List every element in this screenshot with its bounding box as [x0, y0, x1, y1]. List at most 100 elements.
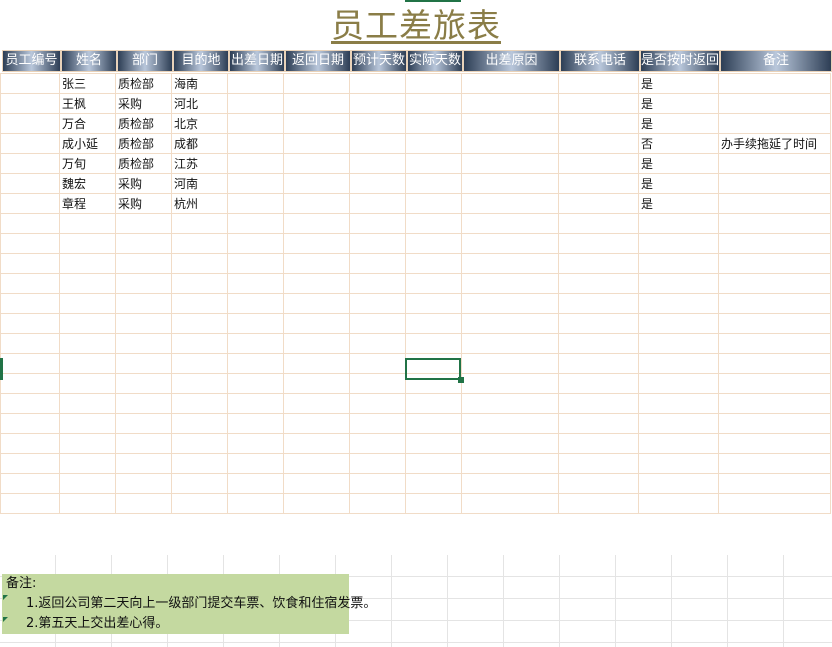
cell-department[interactable]: 质检部	[115, 73, 172, 94]
cell-remarks[interactable]	[718, 93, 831, 114]
cell-destination[interactable]: 江苏	[171, 153, 228, 174]
cell-employee-id[interactable]	[0, 293, 60, 314]
header-depart-date[interactable]: 出差日期	[229, 50, 285, 72]
cell-depart-date[interactable]	[227, 313, 284, 334]
cell-planned-days[interactable]	[349, 313, 406, 334]
cell-phone[interactable]	[558, 233, 639, 254]
cell-name[interactable]: 王枫	[59, 93, 116, 114]
cell-on-time[interactable]	[638, 273, 719, 294]
cell-depart-date[interactable]	[227, 353, 284, 374]
cell-department[interactable]	[115, 473, 172, 494]
cell-on-time[interactable]	[638, 213, 719, 234]
cell-phone[interactable]	[558, 413, 639, 434]
cell-department[interactable]: 质检部	[115, 113, 172, 134]
cell-on-time[interactable]: 是	[638, 73, 719, 94]
cell-destination[interactable]: 北京	[171, 113, 228, 134]
cell-department[interactable]	[115, 293, 172, 314]
cell-return-date[interactable]	[283, 333, 350, 354]
cell-planned-days[interactable]	[349, 353, 406, 374]
cell-remarks[interactable]	[718, 433, 831, 454]
cell-depart-date[interactable]	[227, 133, 284, 154]
cell-name[interactable]	[59, 293, 116, 314]
cell-on-time[interactable]	[638, 293, 719, 314]
cell-planned-days[interactable]	[349, 213, 406, 234]
cell-reason[interactable]	[461, 333, 559, 354]
cell-reason[interactable]	[461, 433, 559, 454]
cell-return-date[interactable]	[283, 433, 350, 454]
cell-name[interactable]	[59, 253, 116, 274]
cell-phone[interactable]	[558, 373, 639, 394]
cell-actual-days[interactable]	[405, 393, 462, 414]
cell-phone[interactable]	[558, 473, 639, 494]
cell-actual-days[interactable]	[405, 153, 462, 174]
cell-actual-days[interactable]	[405, 273, 462, 294]
cell-planned-days[interactable]	[349, 473, 406, 494]
cell-on-time[interactable]	[638, 473, 719, 494]
header-planned-days[interactable]: 预计天数	[351, 50, 407, 72]
cell-employee-id[interactable]	[0, 433, 60, 454]
cell-destination[interactable]	[171, 313, 228, 334]
cell-reason[interactable]	[461, 73, 559, 94]
cell-on-time[interactable]	[638, 453, 719, 474]
cell-on-time[interactable]	[638, 253, 719, 274]
cell-actual-days[interactable]	[405, 73, 462, 94]
cell-remarks[interactable]	[718, 393, 831, 414]
cell-return-date[interactable]	[283, 313, 350, 334]
cell-depart-date[interactable]	[227, 153, 284, 174]
cell-depart-date[interactable]	[227, 493, 284, 514]
cell-department[interactable]	[115, 213, 172, 234]
cell-on-time[interactable]: 是	[638, 113, 719, 134]
cell-destination[interactable]	[171, 373, 228, 394]
cell-phone[interactable]	[558, 253, 639, 274]
cell-planned-days[interactable]	[349, 433, 406, 454]
cell-destination[interactable]	[171, 433, 228, 454]
cell-depart-date[interactable]	[227, 193, 284, 214]
cell-phone[interactable]	[558, 333, 639, 354]
cell-remarks[interactable]	[718, 273, 831, 294]
cell-planned-days[interactable]	[349, 253, 406, 274]
cell-name[interactable]	[59, 453, 116, 474]
cell-reason[interactable]	[461, 313, 559, 334]
cell-actual-days[interactable]	[405, 213, 462, 234]
header-destination[interactable]: 目的地	[173, 50, 229, 72]
cell-employee-id[interactable]	[0, 453, 60, 474]
cell-destination[interactable]: 河南	[171, 173, 228, 194]
cell-planned-days[interactable]	[349, 493, 406, 514]
cell-employee-id[interactable]	[0, 333, 60, 354]
cell-actual-days[interactable]	[405, 493, 462, 514]
cell-return-date[interactable]	[283, 493, 350, 514]
cell-actual-days[interactable]	[405, 113, 462, 134]
cell-department[interactable]	[115, 333, 172, 354]
cell-destination[interactable]	[171, 493, 228, 514]
cell-return-date[interactable]	[283, 413, 350, 434]
cell-depart-date[interactable]	[227, 213, 284, 234]
cell-planned-days[interactable]	[349, 153, 406, 174]
cell-phone[interactable]	[558, 293, 639, 314]
cell-destination[interactable]: 成都	[171, 133, 228, 154]
cell-name[interactable]	[59, 213, 116, 234]
cell-reason[interactable]	[461, 113, 559, 134]
cell-department[interactable]	[115, 313, 172, 334]
header-name[interactable]: 姓名	[61, 50, 117, 72]
header-on-time[interactable]: 是否按时返回	[640, 50, 720, 72]
cell-department[interactable]	[115, 413, 172, 434]
cell-depart-date[interactable]	[227, 253, 284, 274]
cell-depart-date[interactable]	[227, 413, 284, 434]
cell-name[interactable]: 成小延	[59, 133, 116, 154]
cell-destination[interactable]	[171, 273, 228, 294]
cell-actual-days[interactable]	[405, 413, 462, 434]
cell-destination[interactable]	[171, 453, 228, 474]
cell-phone[interactable]	[558, 453, 639, 474]
cell-reason[interactable]	[461, 253, 559, 274]
cell-planned-days[interactable]	[349, 413, 406, 434]
cell-destination[interactable]	[171, 333, 228, 354]
cell-employee-id[interactable]	[0, 153, 60, 174]
cell-reason[interactable]	[461, 173, 559, 194]
cell-remarks[interactable]	[718, 373, 831, 394]
cell-name[interactable]: 万合	[59, 113, 116, 134]
cell-destination[interactable]	[171, 393, 228, 414]
cell-department[interactable]: 采购	[115, 173, 172, 194]
cell-employee-id[interactable]	[0, 373, 60, 394]
cell-planned-days[interactable]	[349, 93, 406, 114]
cell-name[interactable]	[59, 433, 116, 454]
